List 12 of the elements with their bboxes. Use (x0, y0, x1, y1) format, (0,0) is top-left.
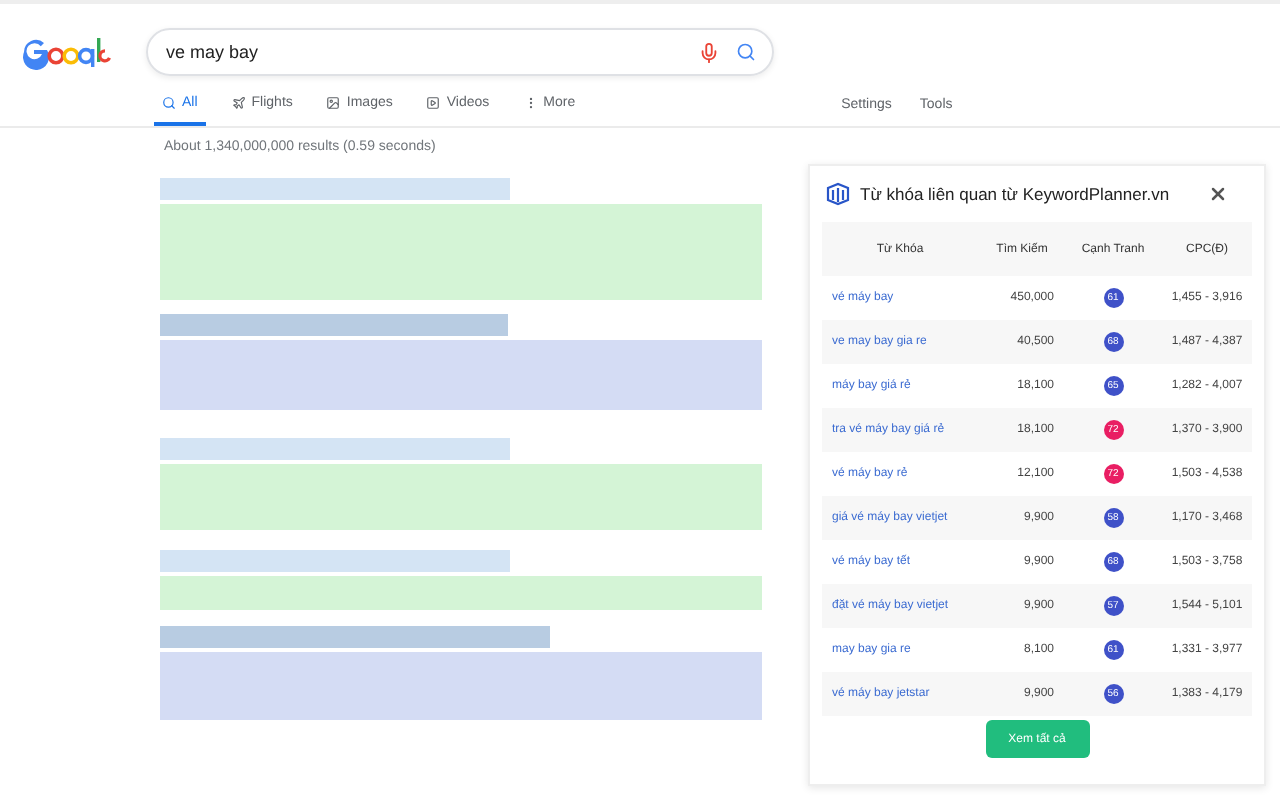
microphone-icon[interactable] (698, 41, 720, 63)
search-icon (162, 95, 176, 109)
search-icon[interactable] (736, 42, 756, 62)
search-query: ve may bay (166, 42, 261, 62)
search-field[interactable]: ve may bay (146, 28, 774, 76)
plane-icon (231, 95, 246, 109)
close-icon[interactable] (1208, 184, 1228, 204)
panel-title: Từ khóa liên quan từ KeywordPlanner.vn (860, 184, 1172, 204)
logo-icon (826, 182, 850, 206)
google-logo (20, 34, 112, 70)
image-icon (326, 95, 341, 109)
play-icon (426, 95, 441, 109)
